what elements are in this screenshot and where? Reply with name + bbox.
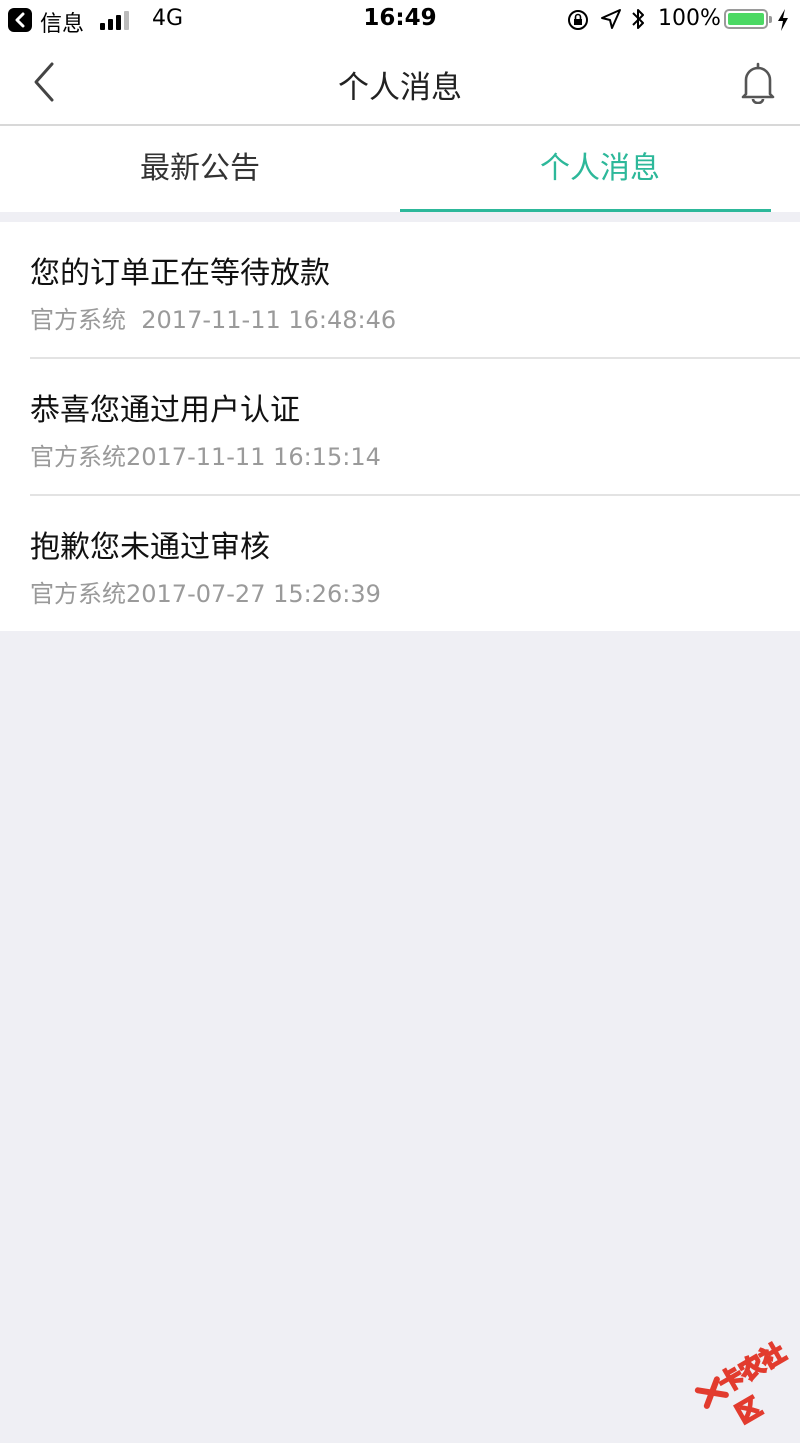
watermark-logo: 卡农社区 — [677, 1308, 800, 1432]
watermark-text: 卡农社区 — [713, 1337, 791, 1430]
status-bar: 信息 4G 16:49 100% — [0, 0, 800, 40]
message-title: 抱歉您未通过审核 — [30, 530, 270, 565]
message-list: 您的订单正在等待放款 官方系统 2017-11-11 16:48:46 恭喜您通… — [0, 222, 800, 631]
list-item[interactable]: 抱歉您未通过审核 官方系统2017-07-27 15:26:39 — [30, 494, 800, 631]
battery-icon — [724, 9, 772, 29]
list-item[interactable]: 您的订单正在等待放款 官方系统 2017-11-11 16:48:46 — [0, 222, 800, 357]
tab-personal-messages[interactable]: 个人消息 — [400, 126, 800, 212]
bell-icon[interactable] — [738, 62, 778, 105]
battery-percent: 100% — [658, 6, 721, 31]
charging-bolt-icon — [776, 8, 790, 38]
message-meta: 官方系统 2017-11-11 16:48:46 — [30, 306, 397, 334]
orientation-lock-icon — [566, 8, 590, 38]
list-item[interactable]: 恭喜您通过用户认证 官方系统2017-11-11 16:15:14 — [30, 357, 800, 494]
page-title: 个人消息 — [338, 70, 462, 106]
location-arrow-icon — [600, 8, 622, 36]
active-tab-indicator — [400, 209, 771, 212]
bluetooth-icon — [630, 6, 646, 38]
message-meta: 官方系统2017-07-27 15:26:39 — [30, 580, 381, 608]
message-title: 恭喜您通过用户认证 — [30, 393, 300, 428]
tab-latest-announcements[interactable]: 最新公告 — [0, 126, 400, 212]
message-title: 您的订单正在等待放款 — [30, 256, 330, 291]
message-meta: 官方系统2017-11-11 16:15:14 — [30, 443, 381, 471]
tab-bar: 最新公告 个人消息 — [0, 126, 800, 212]
navigation-bar: 个人消息 — [0, 40, 800, 126]
